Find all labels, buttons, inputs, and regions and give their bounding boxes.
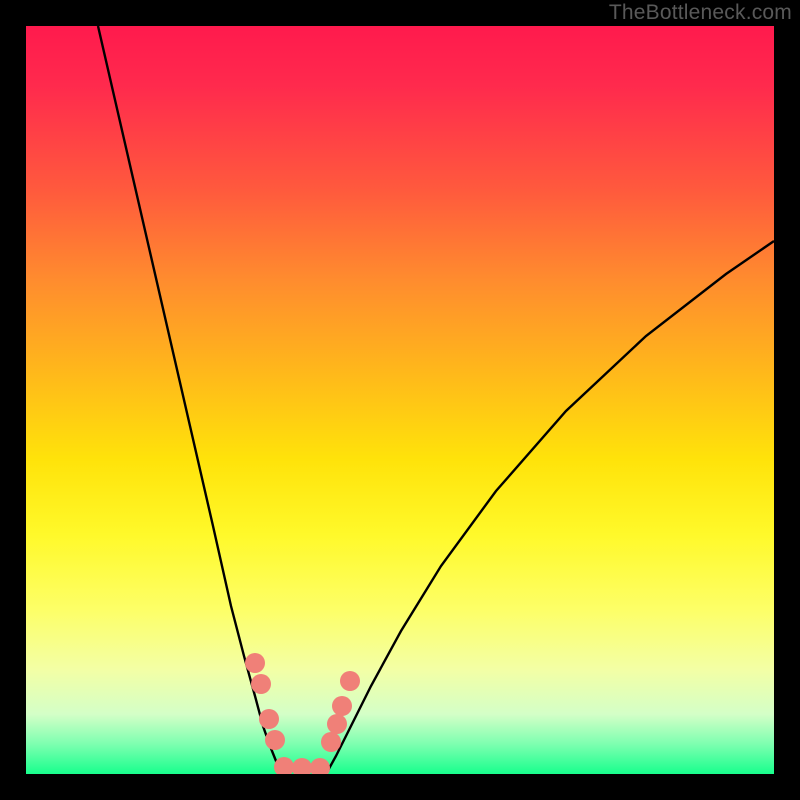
data-marker xyxy=(274,757,294,774)
data-marker xyxy=(245,653,265,673)
chart-frame: TheBottleneck.com xyxy=(0,0,800,800)
data-marker xyxy=(340,671,360,691)
watermark-text: TheBottleneck.com xyxy=(609,1,792,25)
marker-layer xyxy=(245,653,360,774)
data-marker xyxy=(292,758,312,774)
data-marker xyxy=(259,709,279,729)
data-marker xyxy=(327,714,347,734)
data-marker xyxy=(265,730,285,750)
data-marker xyxy=(310,758,330,774)
data-marker xyxy=(332,696,352,716)
curve-right xyxy=(326,241,774,774)
plot-area xyxy=(26,26,774,774)
data-marker xyxy=(251,674,271,694)
curve-layer xyxy=(26,26,774,774)
data-marker xyxy=(321,732,341,752)
